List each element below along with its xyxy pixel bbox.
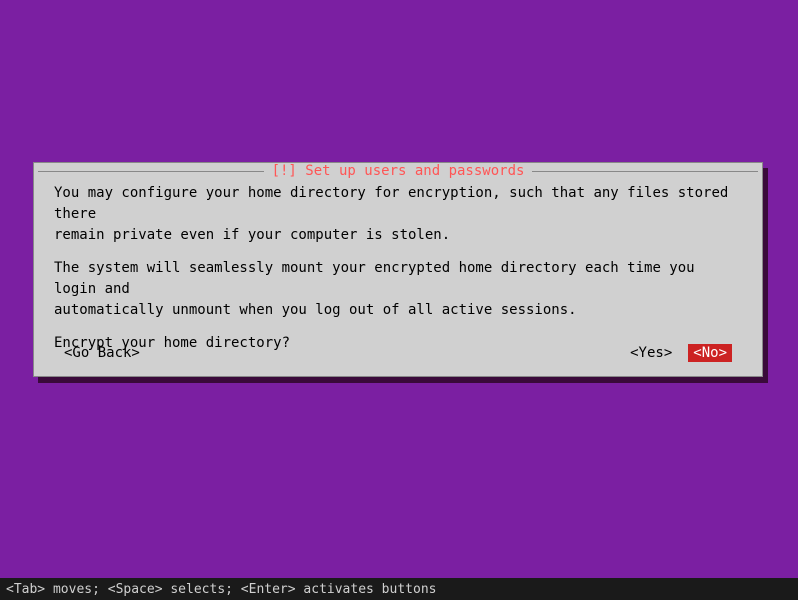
title-line-left [38,171,264,172]
go-back-button[interactable]: <Go Back> [64,345,140,361]
paragraph1: You may configure your home directory fo… [54,183,742,246]
dialog-title-bar: [!] Set up users and passwords [34,162,762,180]
paragraph2: The system will seamlessly mount your en… [54,258,742,321]
no-button[interactable]: <No> [688,344,732,362]
status-bar-text: <Tab> moves; <Space> selects; <Enter> ac… [6,582,436,597]
dialog: [!] Set up users and passwords You may c… [33,162,763,377]
right-buttons: <Yes> <No> [630,344,732,362]
status-bar: <Tab> moves; <Space> selects; <Enter> ac… [0,578,798,600]
dialog-buttons: <Go Back> <Yes> <No> [34,344,762,362]
title-line-right [532,171,758,172]
dialog-title: [!] Set up users and passwords [268,163,529,179]
yes-button[interactable]: <Yes> [630,345,672,361]
dialog-content: You may configure your home directory fo… [34,163,762,364]
